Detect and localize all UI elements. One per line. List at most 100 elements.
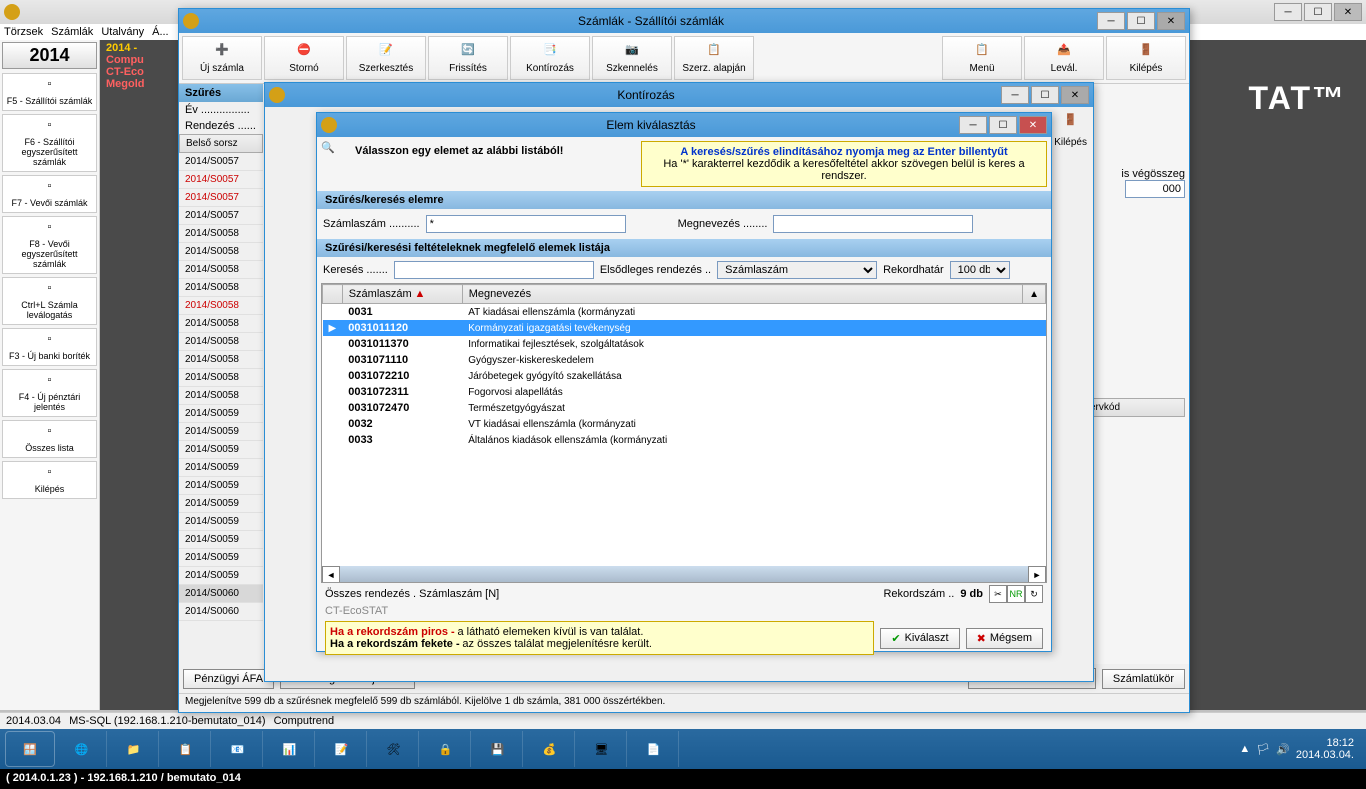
min-button[interactable]: ─ (959, 116, 987, 134)
grid-row[interactable]: 2014/S0059 (179, 567, 263, 585)
grid-row[interactable]: 2014/S0057 (179, 207, 263, 225)
start-icon[interactable]: 🪟 (5, 731, 55, 767)
close-button[interactable]: ✕ (1061, 86, 1089, 104)
list-row[interactable]: 0031072311Fogorvosi alapellátás (323, 384, 1046, 400)
sidebar-btn-7[interactable]: ▫Összes lista (2, 420, 97, 458)
toolbar-stornó[interactable]: ⛔Stornó (264, 36, 344, 80)
col-scroll[interactable]: ▲ (1023, 285, 1046, 304)
grid-row[interactable]: 2014/S0059 (179, 423, 263, 441)
toolbar-új számla[interactable]: ➕Új számla (182, 36, 262, 80)
list-row[interactable]: 0032VT kiadásai ellenszámla (kormányzati (323, 416, 1046, 432)
toolbar-frissítés[interactable]: 🔄Frissítés (428, 36, 508, 80)
nr-icon[interactable]: NR (1007, 585, 1025, 603)
grid-row[interactable]: 2014/S0058 (179, 387, 263, 405)
sidebar-btn-5[interactable]: ▫F3 - Új banki boríték (2, 328, 97, 366)
cancel-button[interactable]: ✖Mégsem (966, 628, 1043, 649)
tool-icon[interactable]: 🛠 (369, 731, 419, 767)
refresh-icon[interactable]: ↻ (1025, 585, 1043, 603)
rekord-select[interactable]: 100 db (950, 261, 1010, 279)
safe-icon[interactable]: 🔒 (421, 731, 471, 767)
grid-row[interactable]: 2014/S0058 (179, 297, 263, 315)
save-icon[interactable]: 💾 (473, 731, 523, 767)
max-button[interactable]: ☐ (1127, 12, 1155, 30)
tukor-button[interactable]: Számlatükör (1102, 669, 1185, 689)
grid-row[interactable]: 2014/S0058 (179, 279, 263, 297)
list-row[interactable]: 0031072210Járóbetegek gyógyító szakellát… (323, 368, 1046, 384)
grid-row[interactable]: 2014/S0059 (179, 495, 263, 513)
grid-row[interactable]: 2014/S0057 (179, 171, 263, 189)
tray-flag-icon[interactable]: ▲ (1239, 743, 1250, 755)
toolbar-menü[interactable]: 📋Menü (942, 36, 1022, 80)
scroll-right[interactable]: ► (1028, 566, 1046, 583)
exit-icon[interactable]: 🚪 (1059, 113, 1083, 137)
toolbar-kilépés[interactable]: 🚪Kilépés (1106, 36, 1186, 80)
grid-row[interactable]: 2014/S0058 (179, 333, 263, 351)
tray-action-icon[interactable]: 🏳 (1256, 743, 1270, 756)
list-row[interactable]: 0031071110Gyógyszer-kiskereskedelem (323, 352, 1046, 368)
outlook-icon[interactable]: 📧 (213, 731, 263, 767)
grid-row[interactable]: 2014/S0060 (179, 603, 263, 621)
server-icon[interactable]: 🖥 (577, 731, 627, 767)
kereses-input[interactable] (394, 261, 594, 279)
coins-icon[interactable]: 💰 (525, 731, 575, 767)
max-button[interactable]: ☐ (989, 116, 1017, 134)
grid-row[interactable]: 2014/S0057 (179, 189, 263, 207)
max-button[interactable]: ☐ (1031, 86, 1059, 104)
close-button[interactable]: ✕ (1019, 116, 1047, 134)
min-button[interactable]: ─ (1001, 86, 1029, 104)
list-row[interactable]: 0031011370Informatikai fejlesztések, szo… (323, 336, 1046, 352)
max-button[interactable]: ☐ (1304, 3, 1332, 21)
vegosszeg-input[interactable] (1125, 180, 1185, 198)
col-indicator[interactable] (323, 285, 343, 304)
grid-row[interactable]: 2014/S0058 (179, 369, 263, 387)
close-button[interactable]: ✕ (1334, 3, 1362, 21)
grid-row[interactable]: 2014/S0059 (179, 549, 263, 567)
clipboard-icon[interactable]: 📋 (161, 731, 211, 767)
select-button[interactable]: ✔Kiválaszt (880, 628, 959, 649)
grid-row[interactable]: 2014/S0059 (179, 477, 263, 495)
grid-row[interactable]: 2014/S0058 (179, 243, 263, 261)
grid-row[interactable]: 2014/S0058 (179, 225, 263, 243)
sidebar-btn-2[interactable]: ▫F7 - Vevői számlák (2, 175, 97, 213)
tray-volume-icon[interactable]: 🔊 (1276, 743, 1290, 756)
menu-szamlak[interactable]: Számlák (51, 26, 93, 38)
col-szamlaszam[interactable]: Számlaszám ▲ (342, 285, 462, 304)
sidebar-btn-6[interactable]: ▫F4 - Új pénztári jelentés (2, 369, 97, 417)
cut-icon[interactable]: ✂ (989, 585, 1007, 603)
sidebar-btn-8[interactable]: ▫Kilépés (2, 461, 97, 499)
grid-row[interactable]: 2014/S0059 (179, 441, 263, 459)
min-button[interactable]: ─ (1097, 12, 1125, 30)
sidebar-btn-4[interactable]: ▫Ctrl+L Számla leválogatás (2, 277, 97, 325)
menu-more[interactable]: Á... (152, 26, 169, 38)
note-icon[interactable]: 📝 (317, 731, 367, 767)
szamlaszam-input[interactable] (426, 215, 626, 233)
list-row[interactable]: 0031AT kiadásai ellenszámla (kormányzati (323, 304, 1046, 321)
ie-icon[interactable]: 🌐 (57, 731, 107, 767)
grid-row[interactable]: 2014/S0060 (179, 585, 263, 603)
word-icon[interactable]: 📄 (629, 731, 679, 767)
min-button[interactable]: ─ (1274, 3, 1302, 21)
sidebar-btn-0[interactable]: ▫F5 - Szállítói számlák (2, 73, 97, 111)
sidebar-btn-1[interactable]: ▫F6 - Szállítói egyszerűsített számlák (2, 114, 97, 172)
toolbar-szerz. alapján[interactable]: 📋Szerz. alapján (674, 36, 754, 80)
close-button[interactable]: ✕ (1157, 12, 1185, 30)
sidebar-btn-3[interactable]: ▫F8 - Vevői egyszerűsített számlák (2, 216, 97, 274)
grid-row[interactable]: 2014/S0059 (179, 531, 263, 549)
grid-row[interactable]: 2014/S0057 (179, 153, 263, 171)
toolbar-levál.[interactable]: 📤Levál. (1024, 36, 1104, 80)
grid-header-belso[interactable]: Belső sorsz (179, 134, 263, 153)
elsod-select[interactable]: Számlaszám (717, 261, 877, 279)
grid-row[interactable]: 2014/S0058 (179, 351, 263, 369)
kilepes-label[interactable]: Kilépés (1054, 137, 1087, 148)
scroll-left[interactable]: ◄ (322, 566, 340, 583)
excel-icon[interactable]: 📊 (265, 731, 315, 767)
grid-row[interactable]: 2014/S0058 (179, 315, 263, 333)
grid-row[interactable]: 2014/S0058 (179, 261, 263, 279)
menu-torzsek[interactable]: Törzsek (4, 26, 43, 38)
col-megnev[interactable]: Megnevezés (462, 285, 1022, 304)
toolbar-szkennelés[interactable]: 📷Szkennelés (592, 36, 672, 80)
explorer-icon[interactable]: 📁 (109, 731, 159, 767)
grid-row[interactable]: 2014/S0059 (179, 459, 263, 477)
grid-row[interactable]: 2014/S0059 (179, 405, 263, 423)
toolbar-kontírozás[interactable]: 📑Kontírozás (510, 36, 590, 80)
